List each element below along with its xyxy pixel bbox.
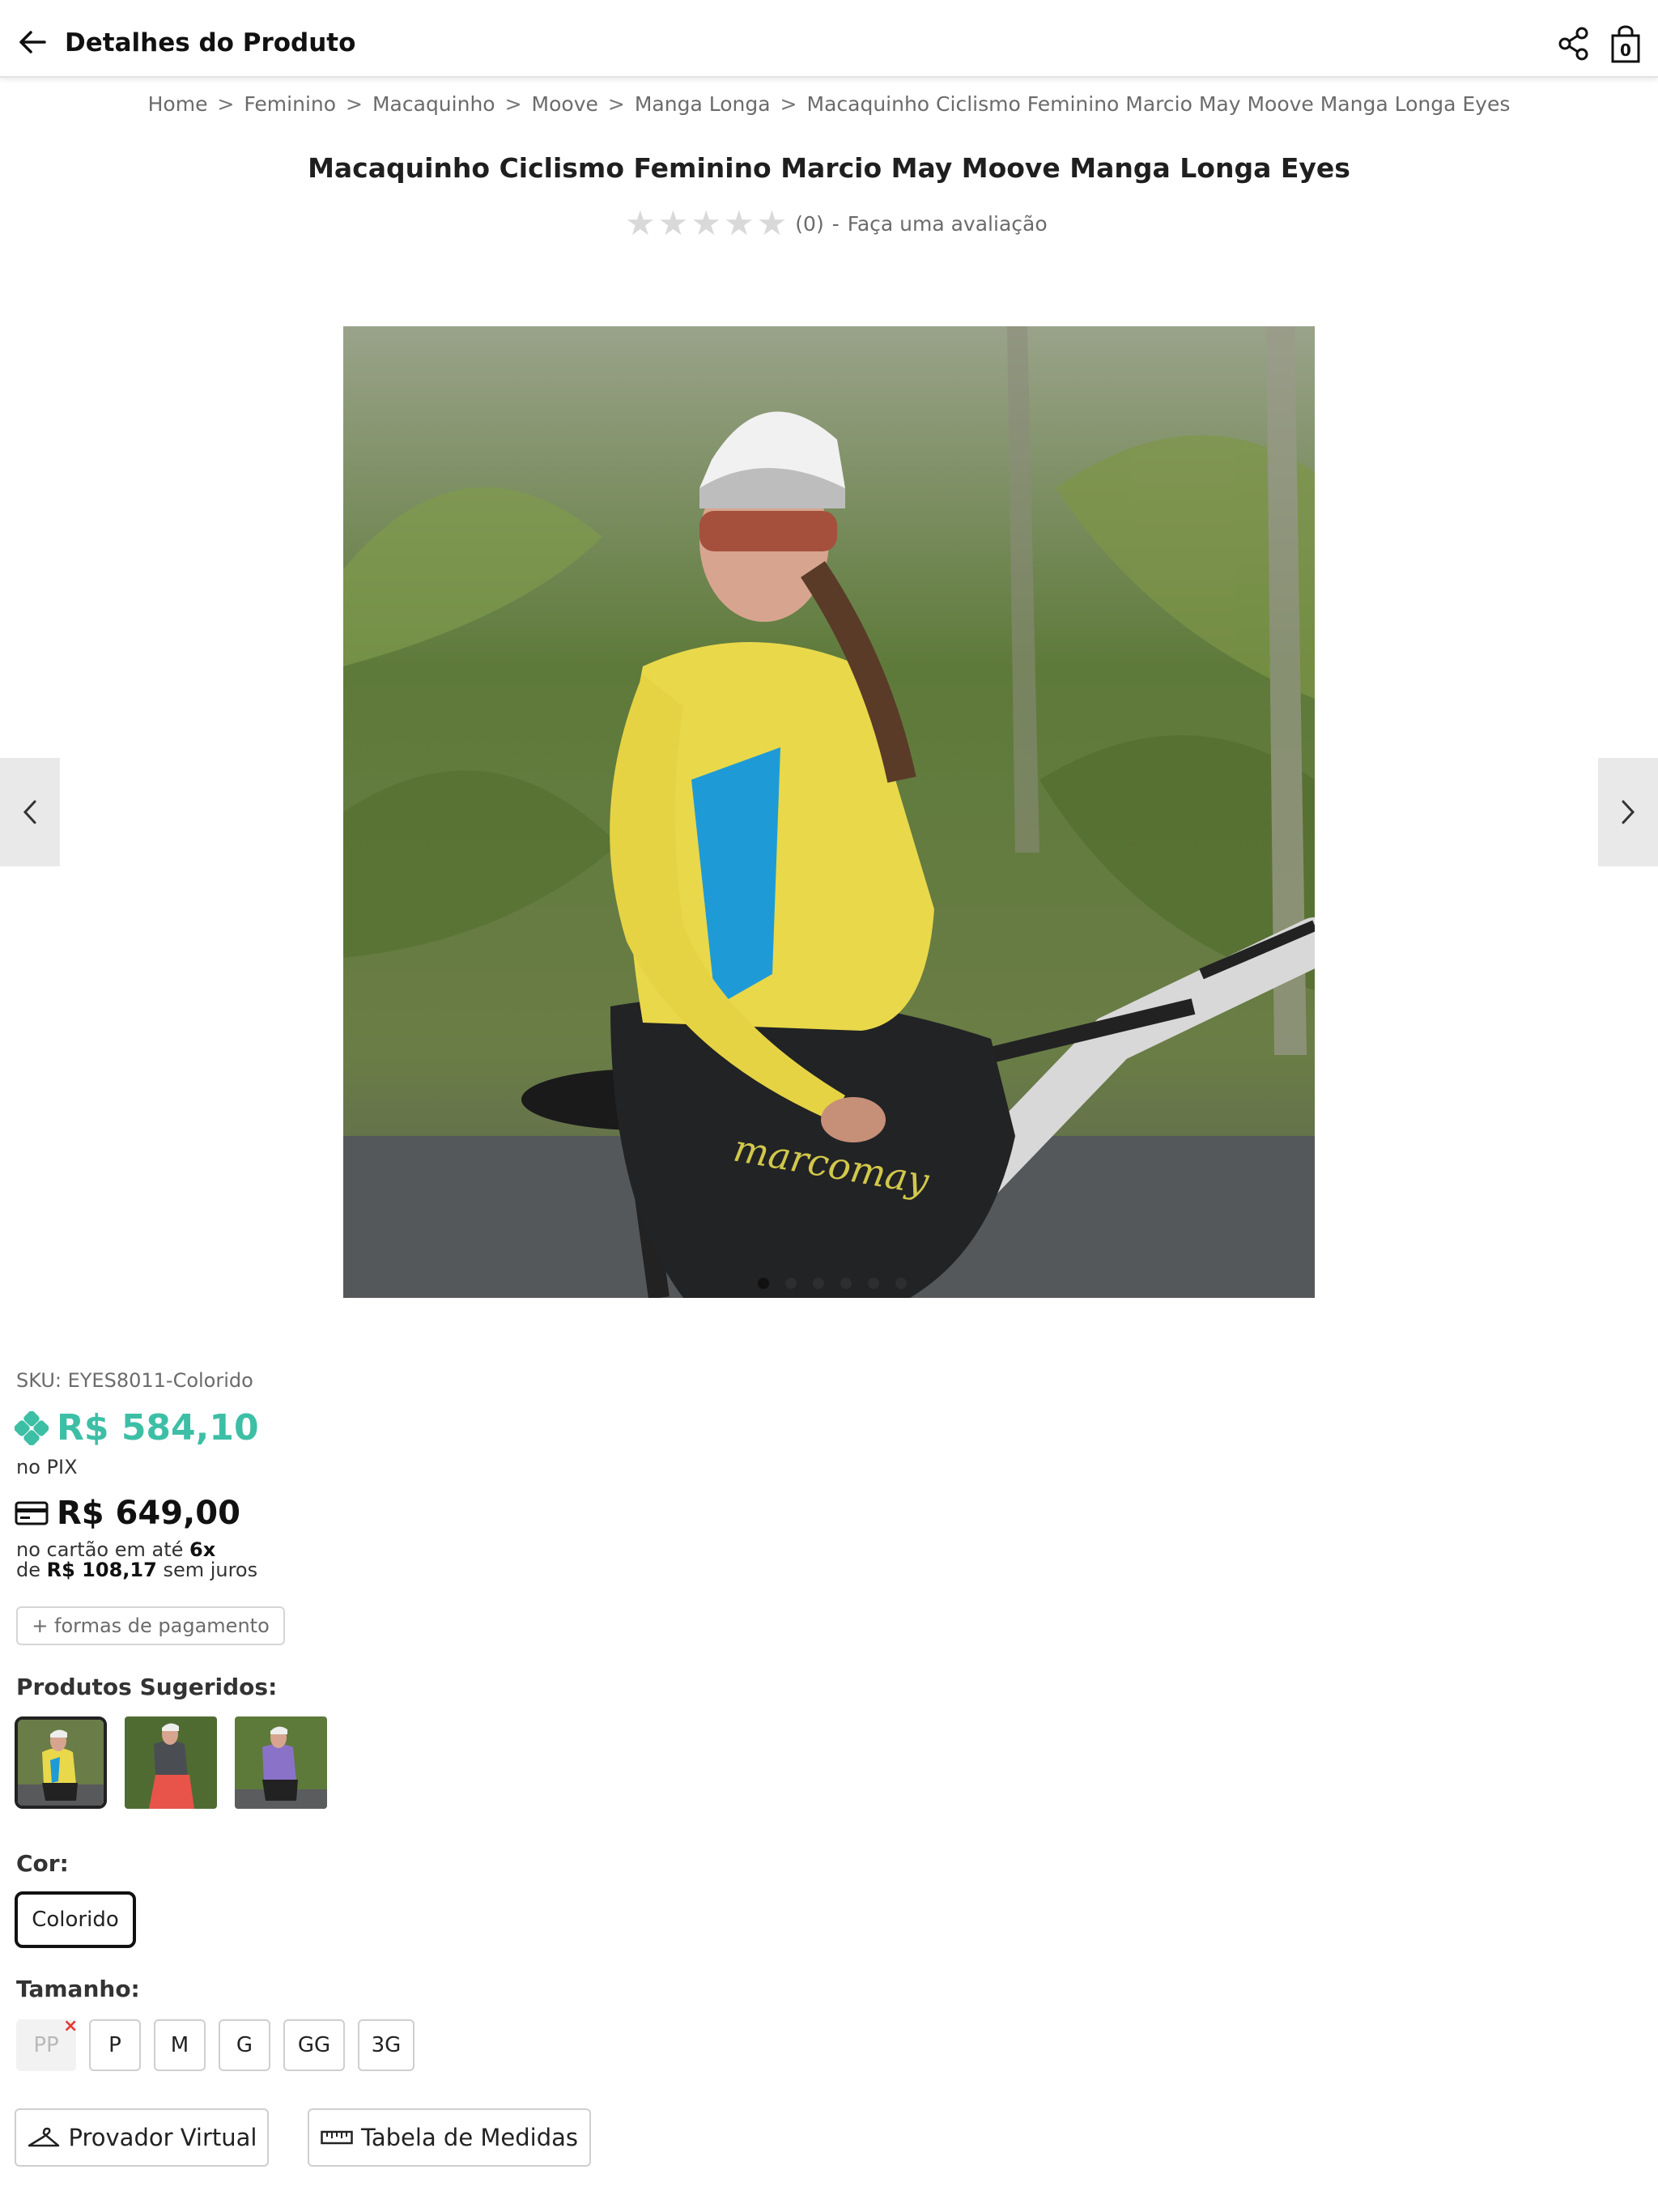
breadcrumb-separator: > [504, 92, 522, 116]
chevron-left-icon [23, 800, 36, 824]
installment-line-2: de R$ 108,17 sem juros [16, 1559, 257, 1581]
breadcrumb-feminino[interactable]: Feminino [244, 92, 336, 116]
suggested-product-purple [235, 1716, 327, 1809]
virtual-fitting-button[interactable]: Provador Virtual [15, 2108, 269, 2167]
gallery-dot[interactable] [895, 1278, 907, 1289]
installment-prefix: no cartão em até [16, 1538, 184, 1561]
product-photo-cyclist: marcomay [343, 326, 1315, 1298]
breadcrumb-separator: > [607, 92, 625, 116]
star-icon[interactable]: ★ [625, 206, 656, 240]
breadcrumb-separator: > [217, 92, 235, 116]
color-label: Cor: [16, 1850, 69, 1877]
product-sku: SKU: EYES8011-Colorido [16, 1369, 253, 1392]
card-price-row: R$ 649,00 [15, 1495, 240, 1532]
size-option-3g[interactable]: 3G [358, 2019, 414, 2071]
gallery-pagination [758, 1278, 907, 1289]
rating-separator: - [831, 211, 840, 236]
gallery-prev-button[interactable] [0, 758, 60, 866]
rating-stars[interactable]: ★ ★ ★ ★ ★ [625, 206, 788, 240]
breadcrumb-current: Macaquinho Ciclismo Feminino Marcio May … [806, 92, 1511, 116]
size-chart-button[interactable]: Tabela de Medidas [308, 2108, 591, 2167]
pix-icon [15, 1410, 49, 1445]
breadcrumb-macaquinho[interactable]: Macaquinho [372, 92, 495, 116]
rating-count: (0) [795, 211, 824, 236]
top-bar: Detalhes do Produto 0 [0, 0, 1658, 78]
suggested-product-gray [125, 1716, 217, 1809]
gallery-dot[interactable] [758, 1278, 769, 1289]
gallery-dot[interactable] [840, 1278, 852, 1289]
arrow-left-icon [19, 31, 46, 53]
chevron-right-icon [1622, 800, 1635, 824]
suggested-product-thumb[interactable] [125, 1716, 217, 1809]
gallery-dot[interactable] [868, 1278, 879, 1289]
credit-card-icon [15, 1501, 49, 1525]
color-option-colorido[interactable]: Colorido [15, 1891, 136, 1948]
share-button[interactable] [1558, 26, 1590, 62]
payment-options-button[interactable]: + formas de pagamento [16, 1606, 285, 1645]
installment-de: de [16, 1559, 40, 1581]
installment-line-1: no cartão em até 6x [16, 1538, 215, 1561]
ruler-icon [321, 2130, 353, 2145]
suggested-product-yellow [18, 1720, 104, 1806]
breadcrumb-home[interactable]: Home [148, 92, 208, 116]
size-option-gg[interactable]: GG [283, 2019, 345, 2071]
page-title: Detalhes do Produto [65, 28, 356, 57]
installment-count: 6x [189, 1538, 216, 1561]
gallery-next-button[interactable] [1598, 758, 1658, 866]
installment-value: R$ 108,17 [46, 1559, 157, 1581]
pix-price: R$ 584,10 [57, 1407, 259, 1448]
back-button[interactable] [15, 24, 50, 60]
pix-price-row: R$ 584,10 [15, 1407, 259, 1448]
hanger-icon [28, 2127, 59, 2147]
size-option-p[interactable]: P [89, 2019, 141, 2071]
breadcrumb-manga-longa[interactable]: Manga Longa [635, 92, 771, 116]
size-option-m[interactable]: M [154, 2019, 206, 2071]
installment-suffix: sem juros [163, 1559, 258, 1581]
suggested-product-thumb[interactable] [235, 1716, 327, 1809]
star-icon[interactable]: ★ [658, 206, 689, 240]
product-title: Macaquinho Ciclismo Feminino Marcio May … [308, 152, 1350, 184]
pix-label: no PIX [16, 1456, 78, 1478]
rating-summary: ★ ★ ★ ★ ★ (0) - Faça uma avaliação [625, 206, 1048, 240]
product-image[interactable]: marcomay [343, 326, 1315, 1298]
breadcrumb-moove[interactable]: Moove [532, 92, 598, 116]
size-chart-label: Tabela de Medidas [360, 2124, 579, 2151]
virtual-fitting-label: Provador Virtual [68, 2124, 257, 2151]
suggested-products-label: Produtos Sugeridos: [16, 1674, 278, 1700]
gallery-dot[interactable] [813, 1278, 824, 1289]
share-icon [1558, 27, 1588, 61]
size-option-g[interactable]: G [219, 2019, 270, 2071]
card-price: R$ 649,00 [57, 1495, 240, 1532]
write-review-link[interactable]: Faça uma avaliação [848, 212, 1048, 236]
gallery-dot[interactable] [785, 1278, 797, 1289]
size-label: Tamanho: [16, 1976, 140, 2002]
star-icon[interactable]: ★ [691, 206, 721, 240]
breadcrumb-separator: > [780, 92, 797, 116]
suggested-product-thumb[interactable] [15, 1716, 107, 1809]
cart-count: 0 [1620, 40, 1631, 60]
cart-button[interactable]: 0 [1609, 24, 1642, 63]
breadcrumb: Home > Feminino > Macaquinho > Moove > Manga Lon… [0, 92, 1658, 116]
star-icon[interactable]: ★ [724, 206, 755, 240]
breadcrumb-separator: > [346, 92, 363, 116]
star-icon[interactable]: ★ [757, 206, 788, 240]
unavailable-x-icon: × [63, 2016, 79, 2036]
